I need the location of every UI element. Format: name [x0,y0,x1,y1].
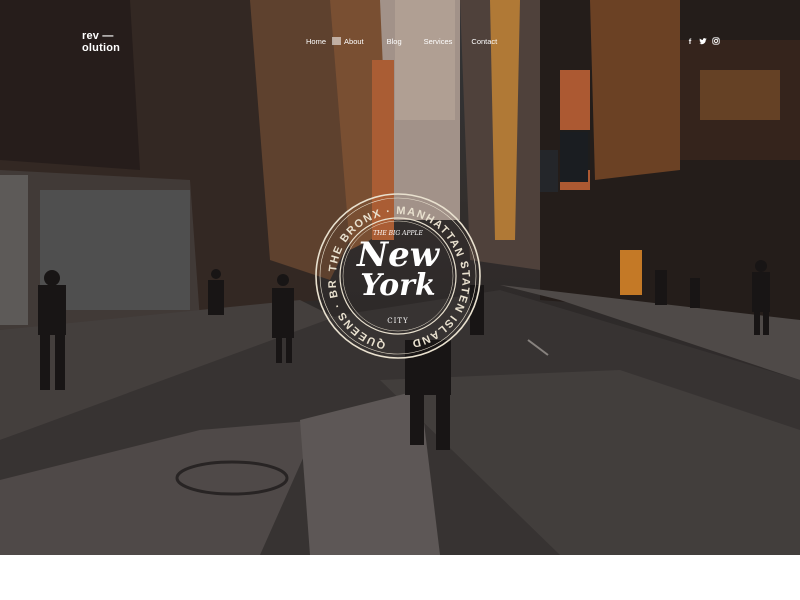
nav-contact-link[interactable]: Contact [471,37,497,46]
badge-word-city: CITY [387,317,409,325]
nav-blog-link[interactable]: Blog [387,37,402,46]
badge-word-york: York [360,268,436,303]
facebook-icon[interactable]: f [686,37,694,47]
nav-about-link[interactable]: About [344,37,364,46]
brand-logo[interactable]: rev — olution [82,30,120,54]
nav-home-link[interactable]: Home [306,37,326,46]
nav-services-link[interactable]: Services [424,37,453,46]
twitter-icon[interactable] [699,37,707,47]
hover-indicator [332,37,342,45]
brand-logo-line1: rev — [82,30,114,42]
brand-logo-line2: olution [82,42,121,54]
badge-word-new: New [357,235,439,275]
new-york-badge: THE BRONX · MANHATTAN · STATEN ISLAND · … [309,183,482,360]
hero-image: rev — olution Home About Blog Services C… [0,0,800,555]
main-nav: Home About Blog Services Contact [306,37,497,46]
social-links: f [686,37,720,47]
page-footer-area [0,555,800,600]
instagram-icon[interactable] [712,37,720,47]
